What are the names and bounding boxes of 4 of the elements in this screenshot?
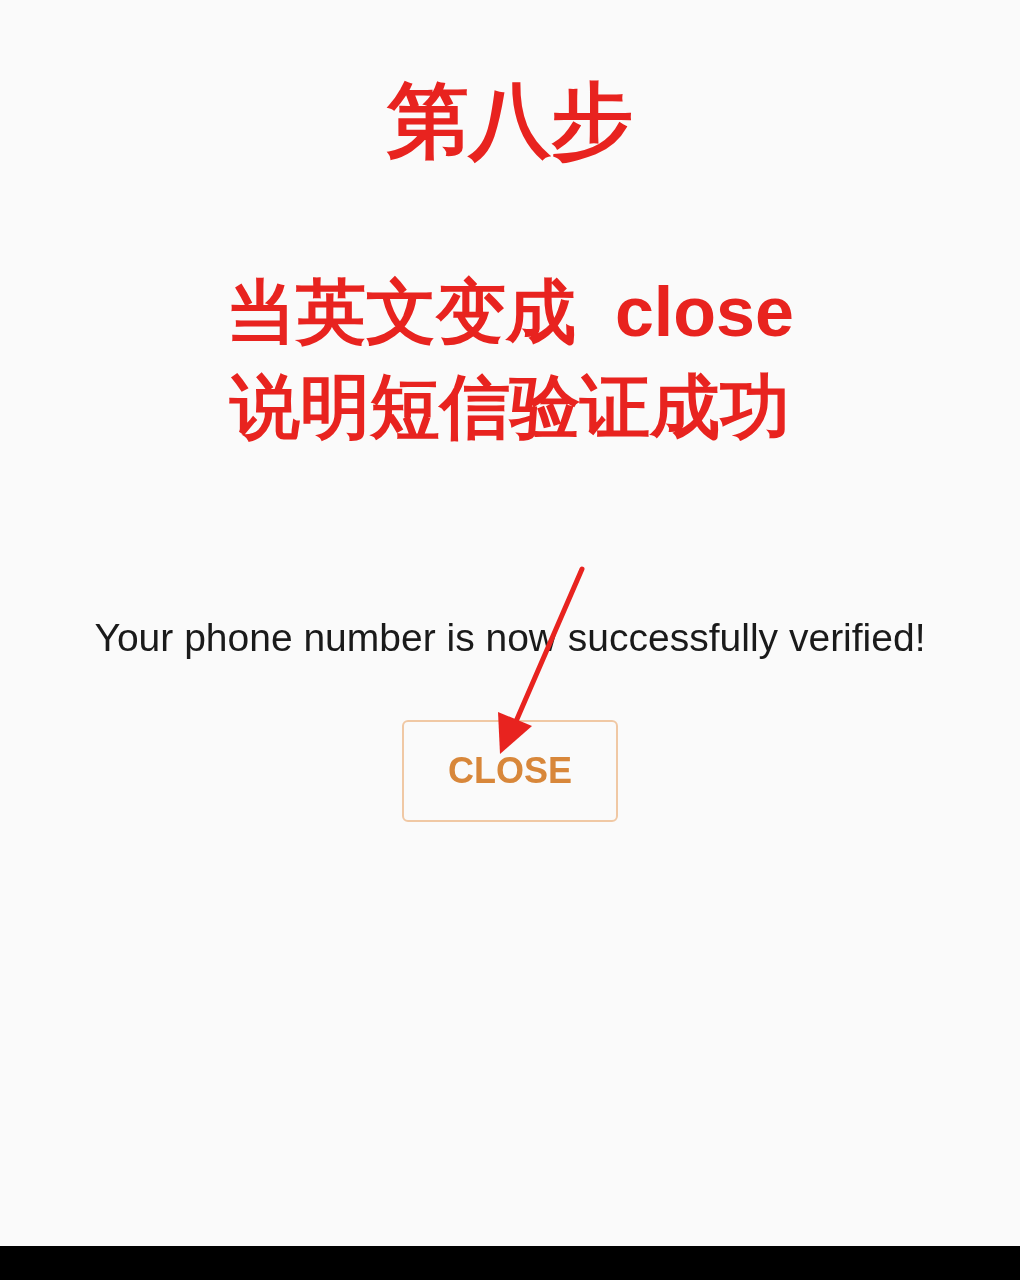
annotation-text: 当英文变成 close (226, 272, 794, 354)
annotation-text: 说明短信验证成功 (230, 367, 790, 449)
close-button[interactable]: CLOSE (402, 720, 618, 823)
step-title: 第八步 (387, 74, 633, 168)
